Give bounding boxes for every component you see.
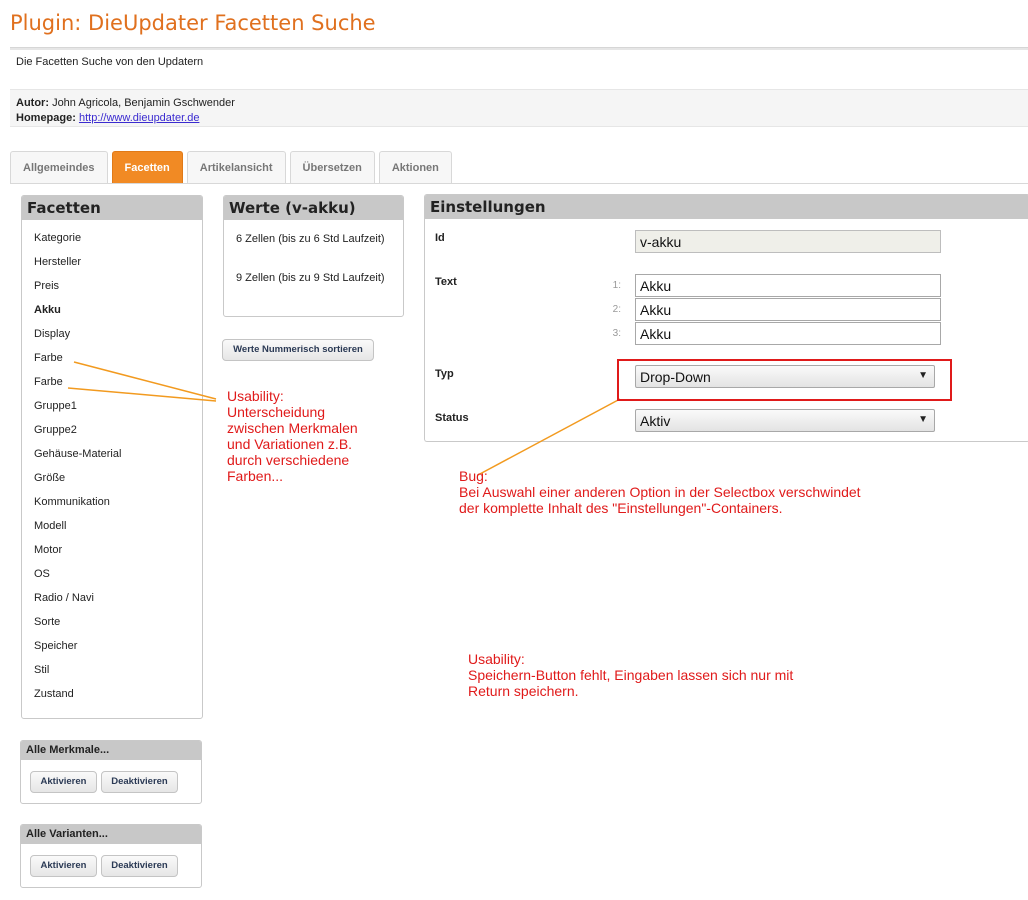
author-row: Autor: John Agricola, Benjamin Gschwende… [16, 96, 1022, 111]
facet-item[interactable]: Speicher [34, 640, 202, 664]
merkmale-title: Alle Merkmale... [21, 741, 201, 760]
typ-label: Typ [435, 368, 454, 380]
facet-item[interactable]: Sorte [34, 616, 202, 640]
homepage-label: Homepage: [16, 112, 76, 124]
plugin-meta: Autor: John Agricola, Benjamin Gschwende… [10, 89, 1028, 127]
text-field-3[interactable]: Akku [635, 322, 941, 345]
varianten-title: Alle Varianten... [21, 825, 201, 844]
text-field-1[interactable]: Akku [635, 274, 941, 297]
facet-item[interactable]: Gehäuse-Material [34, 448, 202, 472]
bug-note: Bug: Bei Auswahl einer anderen Option in… [459, 468, 861, 516]
text-index: 3: [612, 328, 621, 339]
tab-artikelansicht[interactable]: Artikelansicht [186, 151, 286, 184]
status-select[interactable]: Aktiv ▼ [635, 409, 935, 432]
werte-title: Werte (v-akku) [224, 196, 403, 220]
page-title: Plugin: DieUpdater Facetten Suche [10, 11, 376, 35]
status-label: Status [435, 412, 469, 424]
facet-item[interactable]: OS [34, 568, 202, 592]
usability-note-save: Usability: Speichern-Button fehlt, Einga… [468, 651, 794, 699]
title-divider [10, 47, 1028, 50]
facet-item[interactable]: Motor [34, 544, 202, 568]
einstellungen-title: Einstellungen [425, 195, 1028, 219]
text-index: 1: [612, 280, 621, 291]
facet-item[interactable]: Größe [34, 472, 202, 496]
id-field[interactable]: v-akku [635, 230, 941, 253]
facet-item[interactable]: Gruppe2 [34, 424, 202, 448]
text-index: 2: [612, 304, 621, 315]
facet-item[interactable]: Farbe [34, 376, 202, 400]
tab-allgemeindes[interactable]: Allgemeindes [10, 151, 108, 184]
facet-item[interactable]: Display [34, 328, 202, 352]
facet-item-selected[interactable]: Akku [34, 304, 202, 328]
varianten-deactivate-button[interactable]: Deaktivieren [101, 855, 178, 877]
werte-item[interactable]: 9 Zellen (bis zu 9 Std Laufzeit) [236, 271, 386, 286]
tab-divider [10, 183, 1028, 184]
plugin-description: Die Facetten Suche von den Updatern [16, 56, 204, 68]
varianten-activate-button[interactable]: Aktivieren [30, 855, 97, 877]
tab-aktionen[interactable]: Aktionen [378, 151, 452, 184]
status-select-value: Aktiv [640, 413, 671, 429]
text-field-2[interactable]: Akku [635, 298, 941, 321]
facet-item[interactable]: Kommunikation [34, 496, 202, 520]
einstellungen-panel: Einstellungen Id v-akku Text 1: Akku 2: … [424, 194, 1028, 442]
facetten-panel: Facetten Kategorie Hersteller Preis Akku… [21, 195, 203, 719]
merkmale-activate-button[interactable]: Aktivieren [30, 771, 97, 793]
homepage-link[interactable]: http://www.dieupdater.de [79, 112, 199, 124]
author-value: John Agricola, Benjamin Gschwender [52, 97, 235, 109]
text-label: Text [435, 276, 457, 288]
facet-item[interactable]: Zustand [34, 688, 202, 712]
bug-highlight-box [617, 359, 952, 401]
usability-note-colors: Usability: Unterscheidung zwischen Merkm… [227, 388, 358, 484]
facet-item[interactable]: Radio / Navi [34, 592, 202, 616]
facet-item[interactable]: Gruppe1 [34, 400, 202, 424]
facet-item[interactable]: Kategorie [34, 232, 202, 256]
facet-item[interactable]: Farbe [34, 352, 202, 376]
facet-item[interactable]: Preis [34, 280, 202, 304]
sort-numeric-button[interactable]: Werte Nummerisch sortieren [222, 339, 374, 361]
homepage-row: Homepage: http://www.dieupdater.de [16, 111, 1022, 126]
werte-panel: Werte (v-akku) 6 Zellen (bis zu 6 Std La… [223, 195, 404, 317]
facet-item[interactable]: Stil [34, 664, 202, 688]
facet-list: Kategorie Hersteller Preis Akku Display … [22, 220, 202, 712]
werte-item[interactable]: 6 Zellen (bis zu 6 Std Laufzeit) [236, 232, 386, 247]
merkmale-deactivate-button[interactable]: Deaktivieren [101, 771, 178, 793]
tab-uebersetzen[interactable]: Übersetzen [289, 151, 375, 184]
tab-bar: Allgemeindes Facetten Artikelansicht Übe… [10, 151, 452, 184]
author-label: Autor: [16, 97, 49, 109]
dropdown-arrow-icon: ▼ [918, 414, 928, 425]
facet-item[interactable]: Hersteller [34, 256, 202, 280]
id-label: Id [435, 232, 445, 244]
tab-facetten[interactable]: Facetten [111, 151, 183, 184]
facet-item[interactable]: Modell [34, 520, 202, 544]
facetten-title: Facetten [22, 196, 202, 220]
